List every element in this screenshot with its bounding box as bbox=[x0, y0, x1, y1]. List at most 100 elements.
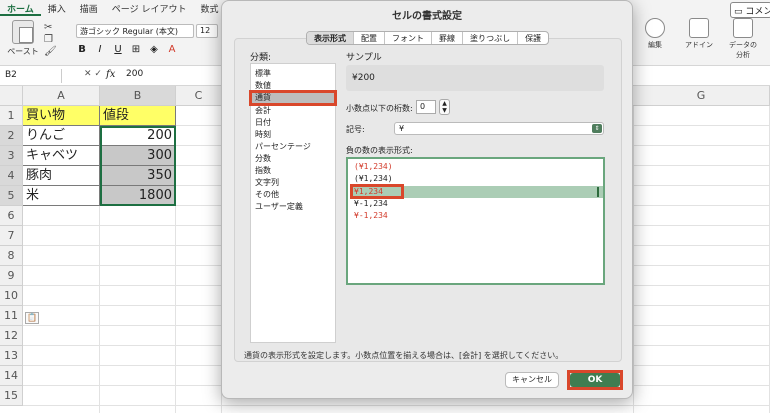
formula-input[interactable]: 200 bbox=[126, 69, 143, 79]
comment-button[interactable]: ▭ コメン bbox=[730, 2, 770, 18]
category-item-currency[interactable]: 通貨 bbox=[249, 90, 337, 106]
dialog-tabs: 表示形式 配置 フォント 罫線 塗りつぶし 保護 bbox=[306, 31, 550, 45]
category-list: 標準 数値 通貨 会計 日付 時刻 パーセンテージ 分数 指数 文字列 その他 … bbox=[249, 63, 337, 343]
addin-button[interactable]: アドイン bbox=[684, 18, 714, 60]
row-header-10[interactable]: 10 bbox=[0, 286, 23, 306]
negative-format-item[interactable]: (¥1,234) bbox=[352, 161, 603, 173]
row-header-6[interactable]: 6 bbox=[0, 206, 23, 226]
decimal-places-label: 小数点以下の桁数: bbox=[346, 104, 413, 113]
column-header-b[interactable]: B bbox=[100, 86, 176, 106]
column-header-g[interactable]: G bbox=[633, 86, 770, 106]
row-header-14[interactable]: 14 bbox=[0, 366, 23, 386]
cell-a2[interactable]: りんご bbox=[23, 126, 100, 146]
row-header-13[interactable]: 13 bbox=[0, 346, 23, 366]
category-item-general[interactable]: 標準 bbox=[251, 68, 335, 80]
category-item-number[interactable]: 数値 bbox=[251, 80, 335, 92]
select-all-corner[interactable] bbox=[0, 86, 23, 106]
category-item-fraction[interactable]: 分数 bbox=[251, 153, 335, 165]
cell-a5[interactable]: 米 bbox=[23, 186, 100, 206]
row-header-3[interactable]: 3 bbox=[0, 146, 23, 166]
category-item-time[interactable]: 時刻 bbox=[251, 129, 335, 141]
row-header-5[interactable]: 5 bbox=[0, 186, 23, 206]
category-item-text[interactable]: 文字列 bbox=[251, 177, 335, 189]
row-header-2[interactable]: 2 bbox=[0, 126, 23, 146]
cell-b3[interactable]: 300 bbox=[100, 146, 176, 166]
format-painter-icon[interactable]: 🖌 bbox=[44, 46, 57, 58]
category-item-scientific[interactable]: 指数 bbox=[251, 165, 335, 177]
row-header-8[interactable]: 8 bbox=[0, 246, 23, 266]
chart-icon bbox=[733, 18, 753, 38]
underline-icon[interactable]: U bbox=[112, 44, 124, 55]
paste-button[interactable]: ペースト bbox=[6, 20, 40, 57]
ok-button[interactable]: OK bbox=[570, 373, 620, 387]
edit-button[interactable]: 編集 bbox=[640, 18, 670, 60]
row-header-15[interactable]: 15 bbox=[0, 386, 23, 406]
negative-format-item[interactable]: ¥-1,234 bbox=[352, 210, 603, 222]
cell-b4[interactable]: 350 bbox=[100, 166, 176, 186]
dialog-title: セルの書式設定 bbox=[392, 11, 462, 22]
cell-b1[interactable]: 値段 bbox=[100, 106, 176, 126]
bold-icon[interactable]: B bbox=[76, 44, 88, 55]
cell-a1[interactable]: 買い物 bbox=[23, 106, 100, 126]
negative-format-label: 負の数の表示形式: bbox=[346, 146, 413, 155]
gridline bbox=[23, 405, 770, 406]
italic-icon[interactable]: I bbox=[94, 44, 106, 55]
decimal-places-stepper[interactable]: ▲ ▼ bbox=[439, 99, 450, 115]
tab-draw[interactable]: 描画 bbox=[73, 0, 105, 16]
row-header-7[interactable]: 7 bbox=[0, 226, 23, 246]
font-size-select[interactable]: 12 bbox=[196, 24, 218, 38]
category-item-date[interactable]: 日付 bbox=[251, 117, 335, 129]
symbol-select[interactable]: ¥ ⇕ bbox=[394, 122, 604, 135]
paste-label: ペースト bbox=[7, 47, 39, 56]
paste-options-icon[interactable]: 📋 bbox=[25, 312, 39, 324]
row-header-4[interactable]: 4 bbox=[0, 166, 23, 186]
fx-icon[interactable]: fx bbox=[106, 69, 115, 80]
cell-a4[interactable]: 豚肉 bbox=[23, 166, 100, 186]
selection-marker bbox=[597, 187, 599, 197]
column-header-c[interactable]: C bbox=[176, 86, 222, 106]
tab-home[interactable]: ホーム bbox=[0, 0, 41, 16]
border-icon[interactable]: ⊞ bbox=[130, 44, 142, 55]
tab-number-format[interactable]: 表示形式 bbox=[307, 32, 354, 44]
addin-label: アドイン bbox=[685, 41, 713, 49]
cell-b2[interactable]: 200 bbox=[100, 126, 176, 146]
row-header-12[interactable]: 12 bbox=[0, 326, 23, 346]
cancel-button[interactable]: キャンセル bbox=[505, 372, 559, 388]
row-header-9[interactable]: 9 bbox=[0, 266, 23, 286]
font-color-icon[interactable]: A bbox=[166, 44, 178, 55]
category-item-custom[interactable]: ユーザー定義 bbox=[251, 201, 335, 213]
fill-color-icon[interactable]: ◈ bbox=[148, 44, 160, 55]
ribbon-right-tools: 編集 アドイン データの分析 bbox=[640, 18, 758, 60]
font-name-select[interactable]: 游ゴシック Regular (本文) bbox=[76, 24, 194, 38]
tab-protection[interactable]: 保護 bbox=[518, 32, 548, 44]
format-cells-dialog: セルの書式設定 表示形式 配置 フォント 罫線 塗りつぶし 保護 分類: 標準 … bbox=[221, 0, 633, 399]
row-header-1[interactable]: 1 bbox=[0, 106, 23, 126]
copy-icon[interactable]: ❐ bbox=[44, 34, 57, 46]
negative-format-item[interactable]: ¥-1,234 bbox=[352, 198, 603, 210]
cell-a3[interactable]: キャベツ bbox=[23, 146, 100, 166]
column-header-a[interactable]: A bbox=[23, 86, 100, 106]
category-item-accounting[interactable]: 会計 bbox=[251, 105, 335, 117]
tab-border[interactable]: 罫線 bbox=[432, 32, 463, 44]
row-header-11[interactable]: 11 bbox=[0, 306, 23, 326]
name-box[interactable]: B2 bbox=[2, 69, 62, 83]
category-item-special[interactable]: その他 bbox=[251, 189, 335, 201]
data-analysis-button[interactable]: データの分析 bbox=[728, 18, 758, 60]
tab-page-layout[interactable]: ページ レイアウト bbox=[105, 0, 194, 16]
category-label: 分類: bbox=[250, 53, 272, 63]
tab-insert[interactable]: 挿入 bbox=[41, 0, 73, 16]
tab-font[interactable]: フォント bbox=[385, 32, 432, 44]
format-tools: B I U ⊞ ◈ A bbox=[76, 44, 178, 55]
category-item-percentage[interactable]: パーセンテージ bbox=[251, 141, 335, 153]
selection-highlight-box bbox=[350, 184, 404, 199]
cell-b5[interactable]: 1800 bbox=[100, 186, 176, 206]
gridline bbox=[633, 106, 634, 413]
tab-fill[interactable]: 塗りつぶし bbox=[463, 32, 519, 44]
decimal-places-input[interactable]: 0 bbox=[416, 100, 436, 114]
tab-alignment[interactable]: 配置 bbox=[354, 32, 385, 44]
cut-icon[interactable]: ✂ bbox=[44, 22, 57, 34]
comment-label: コメン bbox=[745, 7, 770, 17]
symbol-label: 記号: bbox=[346, 125, 365, 134]
cancel-confirm-icons[interactable]: ✕ ✓ bbox=[84, 69, 102, 79]
magnifier-icon bbox=[645, 18, 665, 38]
